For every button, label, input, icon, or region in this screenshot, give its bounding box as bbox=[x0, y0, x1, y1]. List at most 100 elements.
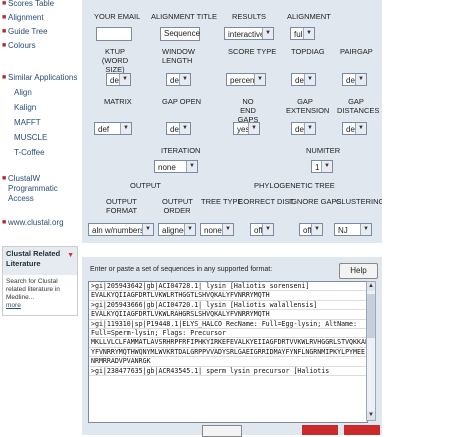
sidebar-item-clustalw-access[interactable]: ■ ClustalW Programmatic Access bbox=[0, 174, 80, 204]
clustering-select[interactable]: NJ ▼ bbox=[334, 223, 372, 236]
scroll-down-icon[interactable]: ▼ bbox=[367, 411, 375, 420]
output-header: OUTPUT bbox=[130, 181, 161, 190]
topdiag-label: TOPDIAG bbox=[291, 47, 325, 56]
bullet-icon: ■ bbox=[2, 175, 7, 182]
sidebar-item-website[interactable]: ■ www.clustal.org bbox=[0, 216, 80, 230]
score-type-label: SCORE TYPE bbox=[228, 47, 277, 56]
chevron-down-icon: ▼ bbox=[186, 161, 197, 172]
sequence-line: >gi|205943666|gb|ACI04720.1| lysin [Hali… bbox=[89, 301, 367, 311]
pairgap-select[interactable]: def ▼ bbox=[342, 73, 367, 86]
sequence-line: >gi|119310|sp|P19448.1|ELYS_HALCO RecNam… bbox=[89, 320, 367, 330]
sidebar-item-colours[interactable]: ■ Colours bbox=[0, 39, 80, 53]
chevron-down-icon: ▼ bbox=[222, 224, 233, 235]
gap-extension-select[interactable]: def ▼ bbox=[291, 122, 316, 135]
numiter-label: NUMITER bbox=[306, 146, 341, 155]
sidebar: ■ Scores Table ■ Alignment ■ Guide Tree … bbox=[0, 0, 80, 435]
upload-row bbox=[82, 425, 382, 437]
upload-file-field[interactable] bbox=[90, 425, 200, 435]
email-label: YOUR EMAIL bbox=[94, 12, 141, 21]
alignment-label: ALIGNMENT bbox=[287, 12, 331, 21]
sequence-panel: Enter or paste a set of sequences in any… bbox=[82, 257, 382, 437]
iteration-label: ITERATION bbox=[161, 146, 201, 155]
alignment-title-field[interactable]: Sequence bbox=[160, 27, 200, 41]
tree-type-label: TREE TYPE bbox=[201, 197, 243, 206]
sequence-line: MKLLVLCLFAMMATLAVSRHRPFRFIPHKYIRKEFEVALK… bbox=[89, 338, 368, 348]
sidebar-subitem-align[interactable]: Align bbox=[0, 85, 80, 100]
chevron-down-icon: ▼ bbox=[262, 224, 273, 235]
chevron-down-icon: ▼ bbox=[311, 224, 322, 235]
chevron-down-icon: ▼ bbox=[303, 28, 314, 39]
chevron-down-icon: ▼ bbox=[304, 123, 315, 134]
matrix-select[interactable]: def ▼ bbox=[94, 122, 132, 135]
sequence-scrollbar[interactable]: ▲ ▼ bbox=[366, 281, 376, 421]
ktup-select[interactable]: def ▼ bbox=[106, 73, 131, 86]
chevron-down-icon: ▼ bbox=[254, 74, 265, 85]
chevron-down-icon: ▼ bbox=[179, 74, 190, 85]
matrix-label: MATRIX bbox=[104, 97, 132, 106]
output-order-select[interactable]: aligned ▼ bbox=[158, 223, 196, 236]
chevron-down-icon: ▼ bbox=[321, 161, 332, 172]
sidebar-item-alignment[interactable]: ■ Alignment bbox=[0, 11, 80, 25]
related-literature-title: Clustal Related Literature ▼ bbox=[3, 247, 77, 275]
bullet-icon: ■ bbox=[2, 74, 7, 81]
chevron-down-icon: ▼ bbox=[119, 74, 130, 85]
chevron-down-icon: ▼ bbox=[120, 123, 131, 134]
sequence-input[interactable]: >gi|205943642|gb|ACI04728.1| lysin [Hali… bbox=[88, 281, 368, 423]
sidebar-subitem-tcoffee[interactable]: T-Coffee bbox=[0, 145, 80, 160]
no-end-gaps-label: NO END GAPS bbox=[237, 97, 259, 124]
bullet-icon: ■ bbox=[2, 28, 7, 35]
triangle-down-icon[interactable]: ▼ bbox=[67, 251, 74, 261]
bullet-icon: ■ bbox=[2, 0, 7, 7]
reset-button[interactable] bbox=[344, 425, 380, 435]
sidebar-item-guide-tree[interactable]: ■ Guide Tree bbox=[0, 25, 80, 39]
sidebar-subitem-mafft[interactable]: MAFFT bbox=[0, 115, 80, 130]
topdiag-select[interactable]: def ▼ bbox=[291, 73, 316, 86]
iteration-select[interactable]: none ▼ bbox=[154, 160, 198, 173]
gap-open-select[interactable]: def ▼ bbox=[166, 122, 191, 135]
alignment-select[interactable]: full ▼ bbox=[290, 27, 315, 40]
bullet-icon: ■ bbox=[2, 42, 7, 49]
bullet-icon: ■ bbox=[2, 14, 7, 21]
gap-distances-select[interactable]: def ▼ bbox=[342, 122, 367, 135]
sidebar-item-similar-applications[interactable]: ■ Similar Applications bbox=[0, 71, 80, 85]
gap-open-label: GAP OPEN bbox=[162, 97, 202, 106]
sequence-line: Full=Sperm-lysin; Flags: Precursor bbox=[89, 329, 367, 339]
sidebar-subitem-muscle[interactable]: MUSCLE bbox=[0, 130, 80, 145]
correct-dist-label: CORRECT DIST. bbox=[238, 197, 296, 206]
ignore-gaps-label: IGNORE GAPS bbox=[289, 197, 342, 206]
sequence-prompt: Enter or paste a set of sequences in any… bbox=[90, 266, 273, 273]
chevron-down-icon: ▼ bbox=[360, 224, 371, 235]
correct-dist-select[interactable]: off ▼ bbox=[250, 223, 274, 236]
chevron-down-icon: ▼ bbox=[262, 28, 273, 39]
window-length-label: WINDOW LENGTH bbox=[162, 47, 195, 65]
results-select[interactable]: interactive ▼ bbox=[224, 27, 274, 40]
chevron-down-icon: ▼ bbox=[355, 123, 366, 134]
output-format-label: OUTPUT FORMAT bbox=[106, 197, 138, 215]
sequence-line: YFVNRRYMQTHWQNYMLWVKRTDALGRPPVVADYSRLGAE… bbox=[89, 348, 367, 358]
run-button[interactable] bbox=[302, 425, 338, 435]
window-length-select[interactable]: def ▼ bbox=[166, 73, 191, 86]
sequence-line: >gi|238477635|gb|ACR43545.1| sperm lysin… bbox=[89, 367, 367, 377]
chevron-down-icon: ▼ bbox=[304, 74, 315, 85]
page-margin bbox=[382, 0, 474, 435]
chevron-down-icon: ▼ bbox=[248, 123, 259, 134]
scroll-up-icon[interactable]: ▲ bbox=[367, 282, 375, 291]
gap-distances-label: GAP DISTANCES bbox=[337, 97, 380, 115]
browse-button[interactable] bbox=[202, 425, 242, 437]
more-link[interactable]: more bbox=[6, 302, 21, 309]
sidebar-subitem-kalign[interactable]: Kalign bbox=[0, 100, 80, 115]
scrollbar-thumb[interactable] bbox=[367, 294, 375, 338]
score-type-select[interactable]: percent ▼ bbox=[226, 73, 266, 86]
help-button[interactable]: Help bbox=[339, 263, 378, 279]
email-field[interactable] bbox=[96, 27, 132, 41]
sequence-line: NRMRRADVPVANRGK bbox=[89, 357, 367, 367]
numiter-select[interactable]: 1 ▼ bbox=[311, 160, 333, 173]
no-end-gaps-select[interactable]: yes ▼ bbox=[233, 122, 260, 135]
chevron-down-icon: ▼ bbox=[142, 224, 153, 235]
output-format-select[interactable]: aln w/numbers ▼ bbox=[88, 223, 154, 236]
alignment-title-label: ALIGNMENT TITLE bbox=[151, 12, 217, 21]
tree-type-select[interactable]: none ▼ bbox=[200, 223, 234, 236]
ignore-gaps-select[interactable]: off ▼ bbox=[299, 223, 323, 236]
sidebar-item-scores-table[interactable]: ■ Scores Table bbox=[0, 0, 80, 11]
results-label: RESULTS bbox=[232, 12, 267, 21]
